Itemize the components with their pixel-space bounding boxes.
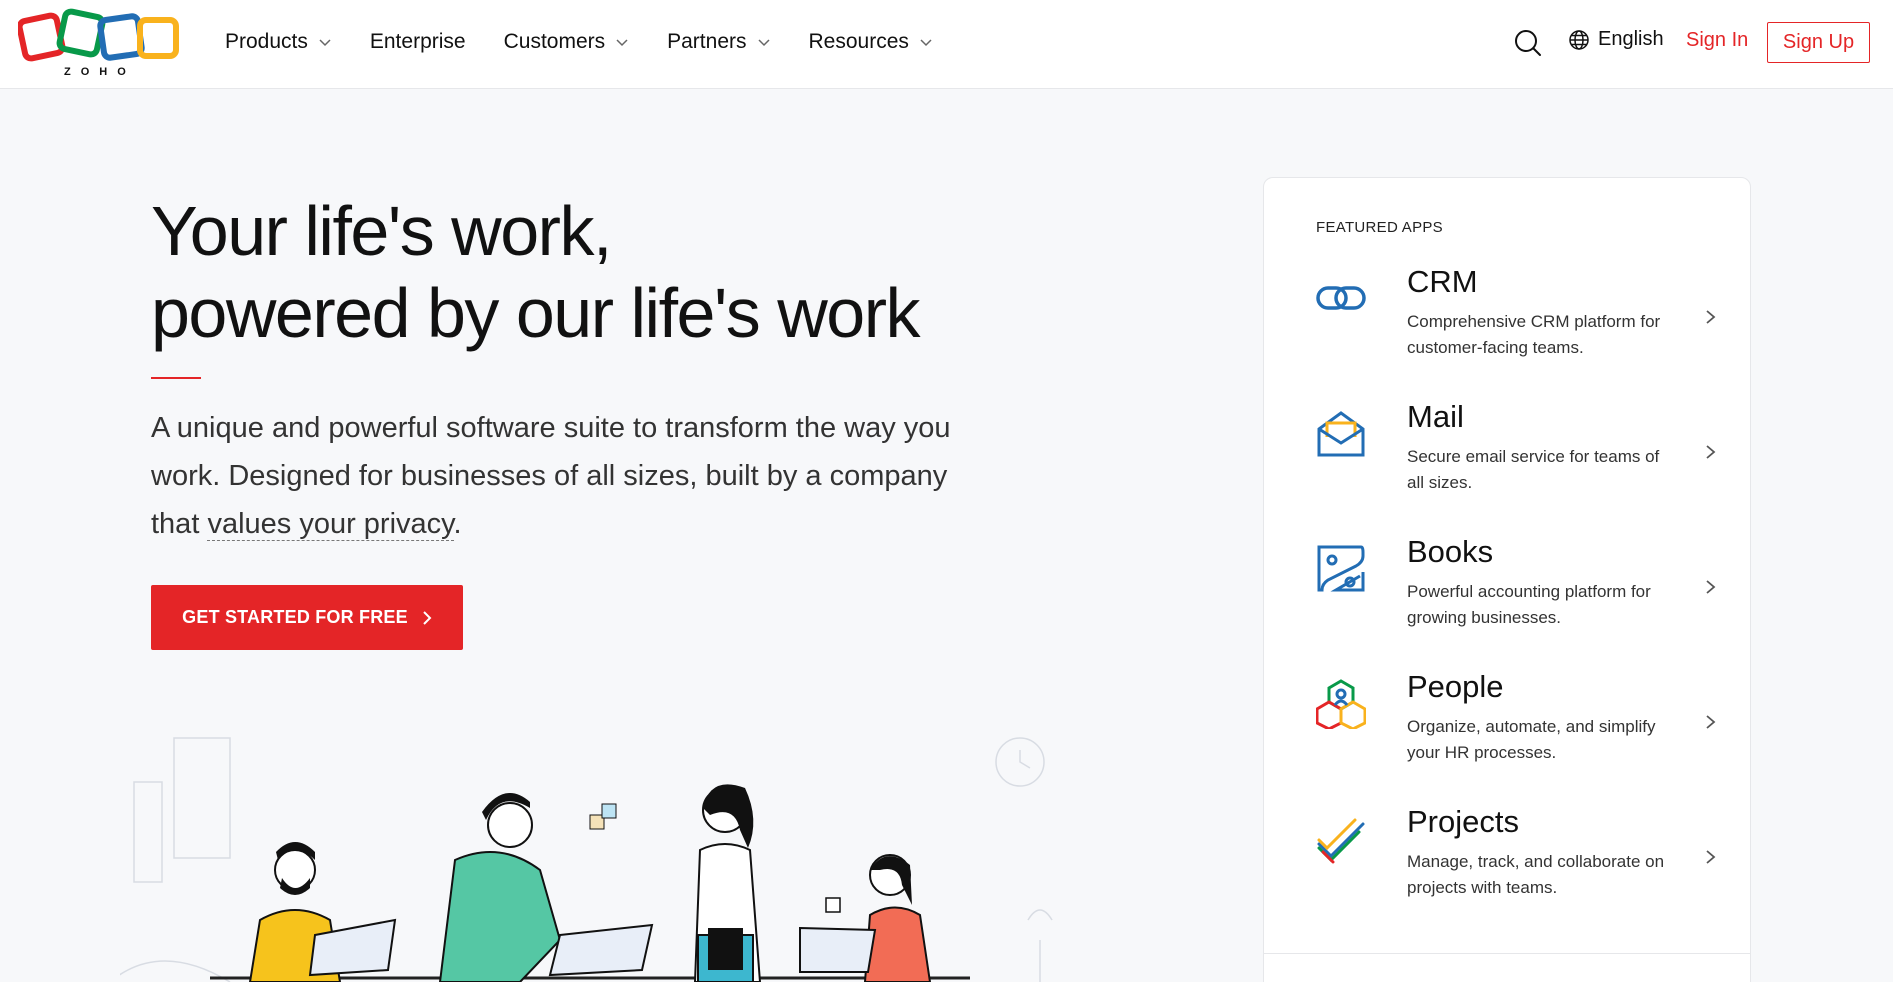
chevron-down-icon: [757, 39, 770, 47]
card-divider: [1264, 953, 1750, 954]
language-label: English: [1598, 28, 1664, 50]
app-description: Organize, automate, and simplify your HR…: [1407, 717, 1656, 762]
chevron-right-icon: [1706, 850, 1716, 864]
nav-resources[interactable]: Resources: [809, 30, 933, 54]
globe-icon: [1569, 29, 1589, 50]
chevron-right-icon: [1706, 715, 1716, 729]
projects-icon: [1317, 818, 1365, 864]
nav-label: Products: [225, 30, 308, 53]
title-divider: [151, 377, 201, 379]
hero-title-line-2: powered by our life's work: [151, 274, 921, 352]
get-started-button[interactable]: GET STARTED FOR FREE: [151, 585, 463, 650]
nav-label: Partners: [667, 30, 747, 53]
featured-app-people[interactable]: People Organize, automate, and simplify …: [1316, 669, 1716, 779]
chevron-right-icon: [1706, 580, 1716, 594]
nav-enterprise[interactable]: Enterprise: [370, 30, 466, 54]
zoho-logo-icon: [16, 8, 179, 62]
app-description: Comprehensive CRM platform for customer-…: [1407, 312, 1661, 357]
crm-icon: [1316, 286, 1366, 310]
app-description: Powerful accounting platform for growing…: [1407, 582, 1651, 627]
featured-app-crm[interactable]: CRM Comprehensive CRM platform for custo…: [1316, 264, 1716, 374]
hero-title-line-1: Your life's work,: [151, 192, 612, 270]
person-illustration-2: [438, 793, 654, 982]
mail-icon: [1317, 411, 1365, 457]
team-illustration: [120, 737, 1053, 982]
nav-customers[interactable]: Customers: [504, 30, 630, 54]
featured-apps-card: FEATURED APPS CRM Comprehensive CRM plat…: [1263, 177, 1751, 982]
chevron-down-icon: [616, 39, 628, 47]
hero-subtitle: A unique and powerful software suite to …: [151, 404, 951, 548]
chevron-right-icon: [423, 610, 432, 625]
main-nav: Products Enterprise Customers Partners R…: [225, 0, 971, 84]
nav-label: Enterprise: [369, 30, 466, 53]
books-icon: [1317, 545, 1365, 592]
nav-label: Customers: [503, 30, 606, 53]
sign-up-button[interactable]: Sign Up: [1767, 22, 1870, 63]
chevron-right-icon: [1706, 310, 1716, 324]
people-icon: [1316, 679, 1366, 729]
language-selector[interactable]: English: [1568, 28, 1664, 51]
person-illustration-3: [693, 784, 762, 982]
person-illustration-4: [799, 854, 932, 982]
nav-products[interactable]: Products: [225, 30, 332, 54]
person-illustration-1: [248, 842, 397, 982]
featured-app-projects[interactable]: Projects Manage, track, and collaborate …: [1316, 804, 1716, 914]
app-name: Projects: [1407, 804, 1519, 839]
top-navigation-bar: ZOHO Products Enterprise Customers Partn…: [0, 0, 1893, 89]
nav-partners[interactable]: Partners: [667, 30, 770, 54]
chevron-right-icon: [1706, 445, 1716, 459]
app-name: Books: [1407, 534, 1494, 569]
search-icon[interactable]: [1514, 29, 1542, 57]
chevron-down-icon: [319, 39, 331, 47]
nav-label: Resources: [808, 30, 909, 53]
app-description: Secure email service for teams of all si…: [1407, 447, 1660, 492]
app-description: Manage, track, and collaborate on projec…: [1407, 852, 1665, 897]
app-name: Mail: [1407, 399, 1464, 434]
sign-in-link[interactable]: Sign In: [1686, 29, 1748, 52]
app-name: CRM: [1407, 264, 1478, 299]
hero-title: Your life's work, powered by our life's …: [151, 190, 921, 354]
featured-app-books[interactable]: Books Powerful accounting platform for g…: [1316, 534, 1716, 644]
privacy-link[interactable]: values your privacy: [207, 508, 454, 541]
chevron-down-icon: [920, 39, 932, 47]
featured-apps-title: FEATURED APPS: [1316, 219, 1443, 236]
logo-wordmark: ZOHO: [64, 66, 136, 78]
featured-app-mail[interactable]: Mail Secure email service for teams of a…: [1316, 399, 1716, 509]
get-started-label: GET STARTED FOR FREE: [182, 607, 408, 627]
app-name: People: [1407, 669, 1504, 704]
hero-subtitle-end: .: [453, 508, 462, 540]
